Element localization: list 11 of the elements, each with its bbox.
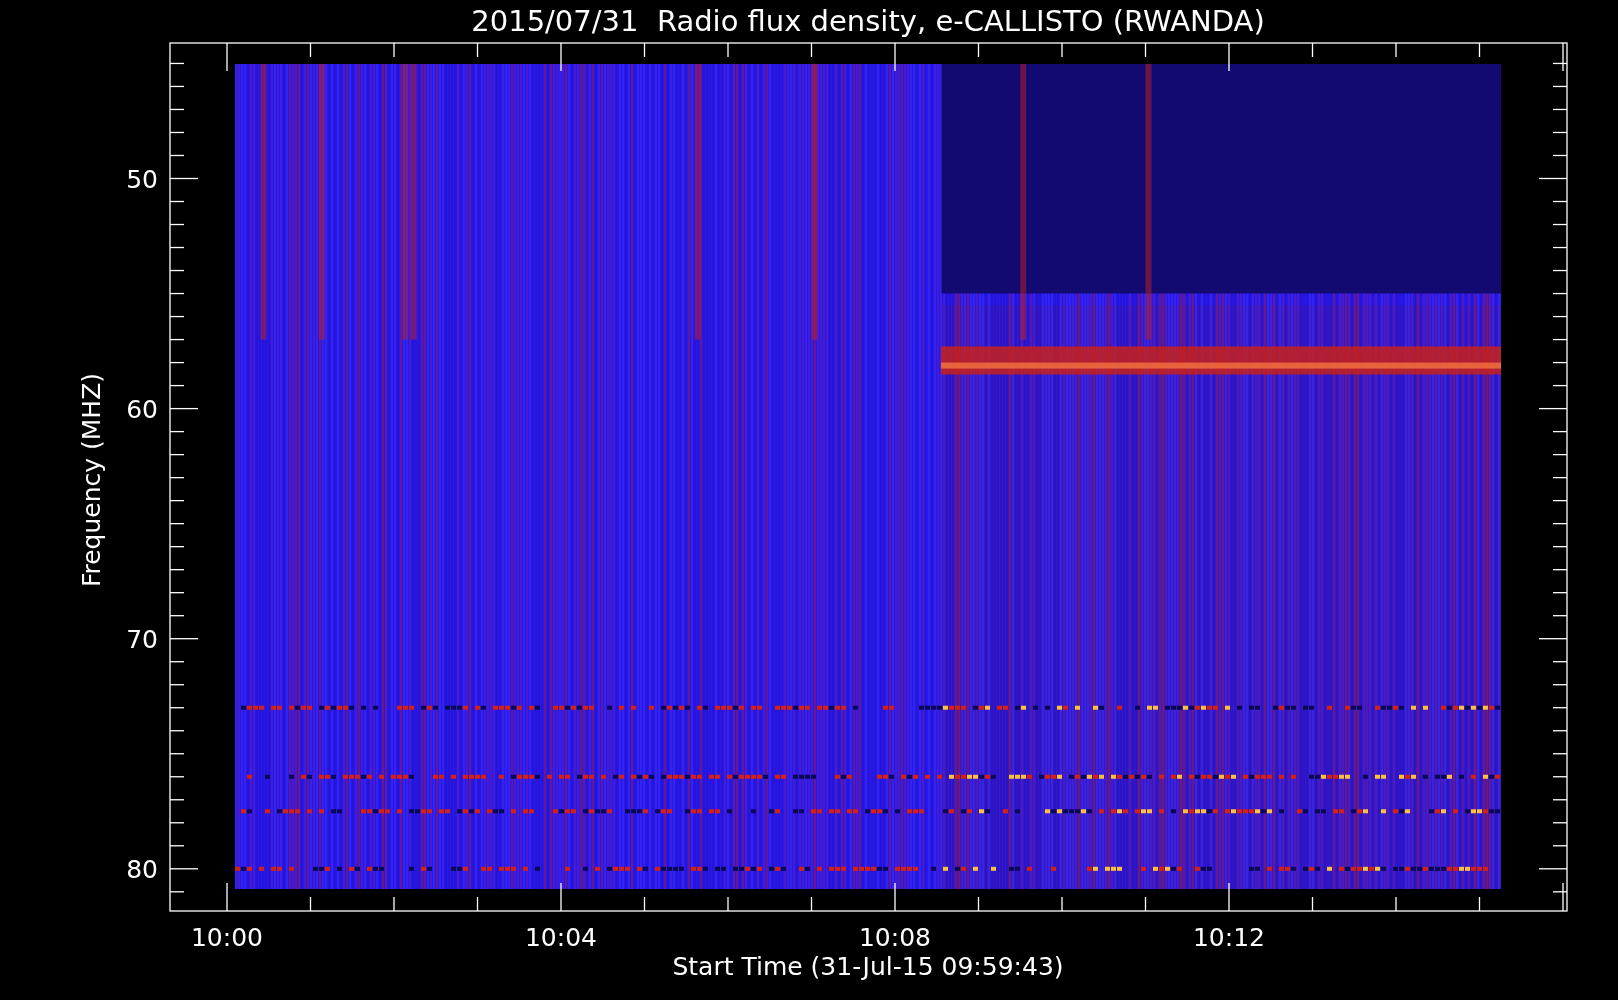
axis-title: Start Time (31-Jul-15 09:59:43)	[672, 952, 1064, 981]
tick-label: 10:04	[525, 923, 597, 952]
tick-label: 10:12	[1193, 923, 1265, 952]
tick-label: 50	[126, 164, 158, 194]
chart-title: 2015/07/31 Radio flux density, e-CALLISTO (RWANDA)	[471, 4, 1265, 38]
tick-label: 70	[126, 624, 158, 654]
axis-title: Frequency (MHZ)	[77, 372, 106, 588]
tick-label: 10:08	[859, 923, 931, 952]
tick-label: 60	[126, 394, 158, 424]
tick-label: 10:00	[191, 923, 263, 952]
tick-label: 80	[126, 854, 158, 884]
